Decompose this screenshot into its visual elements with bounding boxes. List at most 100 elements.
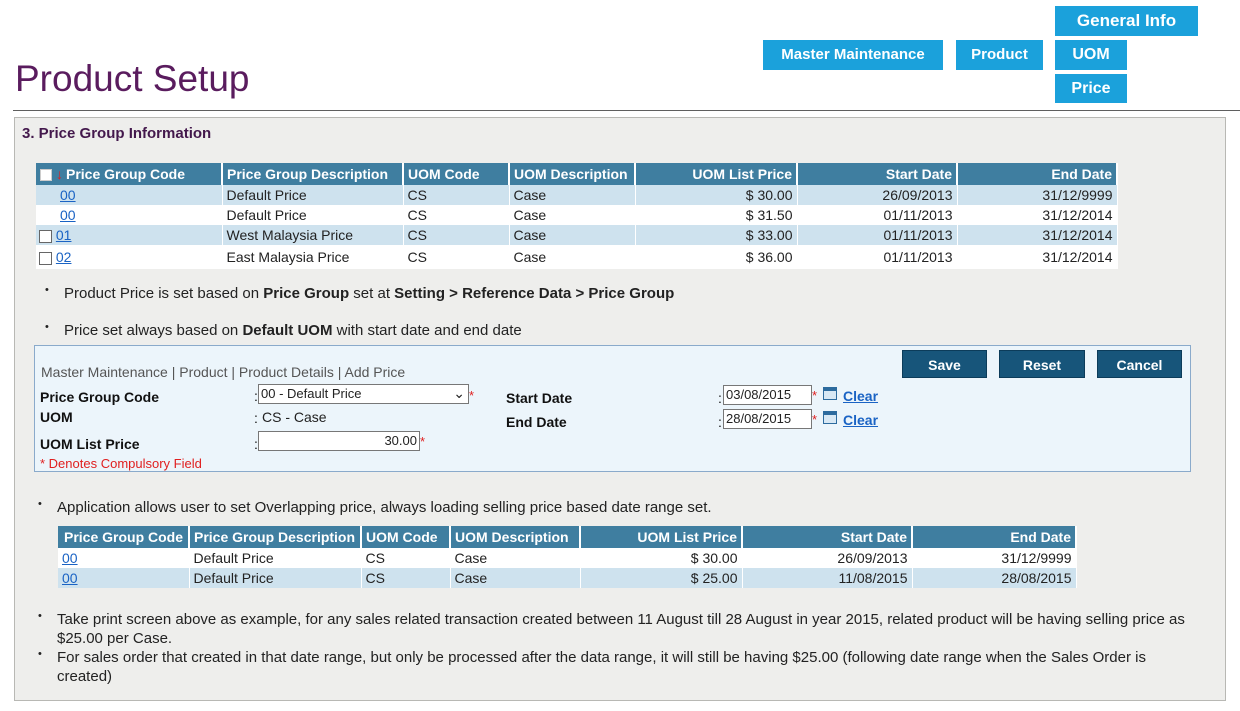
column-header-start-date[interactable]: Start Date — [742, 526, 913, 548]
save-button[interactable]: Save — [902, 350, 987, 378]
table-cell: $ 30.00 — [635, 185, 798, 205]
section-title: 3. Price Group Information — [22, 125, 212, 142]
column-header-uom-description[interactable]: UOM Description — [509, 163, 636, 185]
master-maintenance-button[interactable]: Master Maintenance — [763, 40, 943, 70]
product-button[interactable]: Product — [956, 40, 1043, 70]
title-divider — [13, 110, 1240, 111]
general-info-tab[interactable]: General Info — [1055, 6, 1198, 36]
required-marker: * — [812, 412, 818, 427]
table-cell: CS — [403, 245, 510, 269]
column-header-uom-description[interactable]: UOM Description — [450, 526, 581, 548]
calendar-icon[interactable] — [823, 387, 837, 400]
start-date-input[interactable]: 03/08/2015 — [723, 385, 812, 405]
table-cell: $ 31.50 — [635, 205, 798, 225]
table-row[interactable]: 00 Default Price CS Case $ 31.50 01/11/2… — [36, 205, 1118, 225]
cancel-button[interactable]: Cancel — [1097, 350, 1182, 378]
table-header-row: ↓ Price Group Code Price Group Descriptio… — [36, 163, 1118, 185]
table-cell: Case — [509, 185, 636, 205]
row-checkbox[interactable] — [39, 251, 52, 265]
colon: : — [718, 414, 722, 430]
bullet-marker: • — [38, 648, 42, 660]
table-cell: Case — [450, 548, 581, 568]
table-cell: West Malaysia Price — [222, 225, 404, 245]
price-group-table: ↓ Price Group Code Price Group Descriptio… — [36, 163, 1118, 269]
sort-desc-icon[interactable]: ↓ — [56, 166, 63, 182]
clear-start-date-link[interactable]: Clear — [843, 388, 878, 404]
column-header-price-group-description[interactable]: Price Group Description — [189, 526, 362, 548]
table-cell: 26/09/2013 — [742, 548, 913, 568]
overlapping-price-table: Price Group Code Price Group Description… — [58, 526, 1077, 588]
table-cell: Case — [509, 205, 636, 225]
column-header-start-date[interactable]: Start Date — [797, 163, 958, 185]
table-row[interactable]: 00 Default Price CS Case $ 30.00 26/09/2… — [36, 185, 1118, 205]
table-cell: CS — [361, 548, 451, 568]
column-header-uom-list-price[interactable]: UOM List Price — [635, 163, 798, 185]
table-cell: Default Price — [189, 548, 362, 568]
column-header-price-group-code[interactable]: Price Group Code — [58, 526, 190, 548]
table-header-row: Price Group Code Price Group Description… — [58, 526, 1077, 548]
compulsory-note: * Denotes Compulsory Field — [40, 456, 202, 471]
table-cell: Case — [450, 568, 581, 588]
table-cell: 01/11/2013 — [797, 225, 958, 245]
info-bullet: • Product Price is set based on Price Gr… — [45, 284, 675, 302]
uom-value: CS - Case — [262, 409, 327, 425]
table-cell: 31/12/2014 — [957, 205, 1118, 225]
table-cell: CS — [403, 205, 510, 225]
start-date-label: Start Date — [506, 390, 573, 406]
page-title: Product Setup — [15, 58, 250, 99]
form-breadcrumb: Master Maintenance | Product | Product D… — [41, 364, 406, 380]
end-date-input[interactable]: 28/08/2015 — [723, 409, 812, 429]
table-row[interactable]: 01 West Malaysia Price CS Case $ 33.00 0… — [36, 225, 1118, 245]
end-date-label: End Date — [506, 414, 567, 430]
uom-tab[interactable]: UOM — [1055, 40, 1127, 70]
table-cell: CS — [403, 185, 510, 205]
price-group-code-link[interactable]: 00 — [60, 207, 76, 223]
info-bullet: • Take print screen above as example, fo… — [38, 610, 1185, 647]
bullet-marker: • — [38, 498, 42, 510]
bullet-marker: • — [45, 284, 49, 296]
uom-list-price-label: UOM List Price — [40, 436, 140, 452]
table-cell: CS — [403, 225, 510, 245]
bullet-marker: • — [38, 610, 42, 622]
price-group-code-link[interactable]: 00 — [62, 570, 78, 586]
reset-button[interactable]: Reset — [999, 350, 1085, 378]
table-cell: Case — [509, 225, 636, 245]
uom-list-price-input[interactable]: 30.00 — [258, 431, 420, 451]
table-row[interactable]: 00 Default Price CS Case $ 30.00 26/09/2… — [58, 548, 1077, 568]
table-row[interactable]: 00 Default Price CS Case $ 25.00 11/08/2… — [58, 568, 1077, 588]
table-cell: CS — [361, 568, 451, 588]
required-marker: * — [420, 434, 426, 449]
table-cell: 31/12/9999 — [957, 185, 1118, 205]
price-group-code-select[interactable]: 00 - Default Price ⌄ — [258, 384, 469, 404]
select-all-checkbox[interactable] — [40, 169, 52, 182]
info-bullet: • For sales order that created in that d… — [38, 648, 1146, 685]
clear-end-date-link[interactable]: Clear — [843, 412, 878, 428]
table-cell: Default Price — [189, 568, 362, 588]
table-cell: 28/08/2015 — [912, 568, 1077, 588]
column-header-price-group-code[interactable]: ↓ Price Group Code — [36, 163, 223, 185]
info-bullet: • Price set always based on Default UOM … — [45, 321, 522, 339]
column-header-uom-code[interactable]: UOM Code — [361, 526, 451, 548]
colon: : — [718, 390, 722, 406]
price-group-code-link[interactable]: 00 — [60, 187, 76, 203]
column-header-price-group-description[interactable]: Price Group Description — [222, 163, 404, 185]
table-cell: Default Price — [222, 185, 404, 205]
column-header-end-date[interactable]: End Date — [957, 163, 1118, 185]
table-cell: 26/09/2013 — [797, 185, 958, 205]
column-header-uom-list-price[interactable]: UOM List Price — [580, 526, 743, 548]
price-group-code-link[interactable]: 02 — [56, 249, 72, 265]
column-header-uom-code[interactable]: UOM Code — [403, 163, 510, 185]
colon: : — [254, 410, 258, 426]
table-cell: $ 33.00 — [635, 225, 798, 245]
row-checkbox[interactable] — [39, 229, 52, 243]
table-cell: $ 30.00 — [580, 548, 743, 568]
table-row[interactable]: 02 East Malaysia Price CS Case $ 36.00 0… — [36, 245, 1118, 269]
calendar-icon[interactable] — [823, 411, 837, 424]
table-cell: 11/08/2015 — [742, 568, 913, 588]
price-group-code-link[interactable]: 01 — [56, 227, 72, 243]
price-tab[interactable]: Price — [1055, 74, 1127, 103]
column-header-end-date[interactable]: End Date — [912, 526, 1077, 548]
info-bullet: • Application allows user to set Overlap… — [38, 498, 712, 516]
table-cell: East Malaysia Price — [222, 245, 404, 269]
price-group-code-link[interactable]: 00 — [62, 550, 78, 566]
